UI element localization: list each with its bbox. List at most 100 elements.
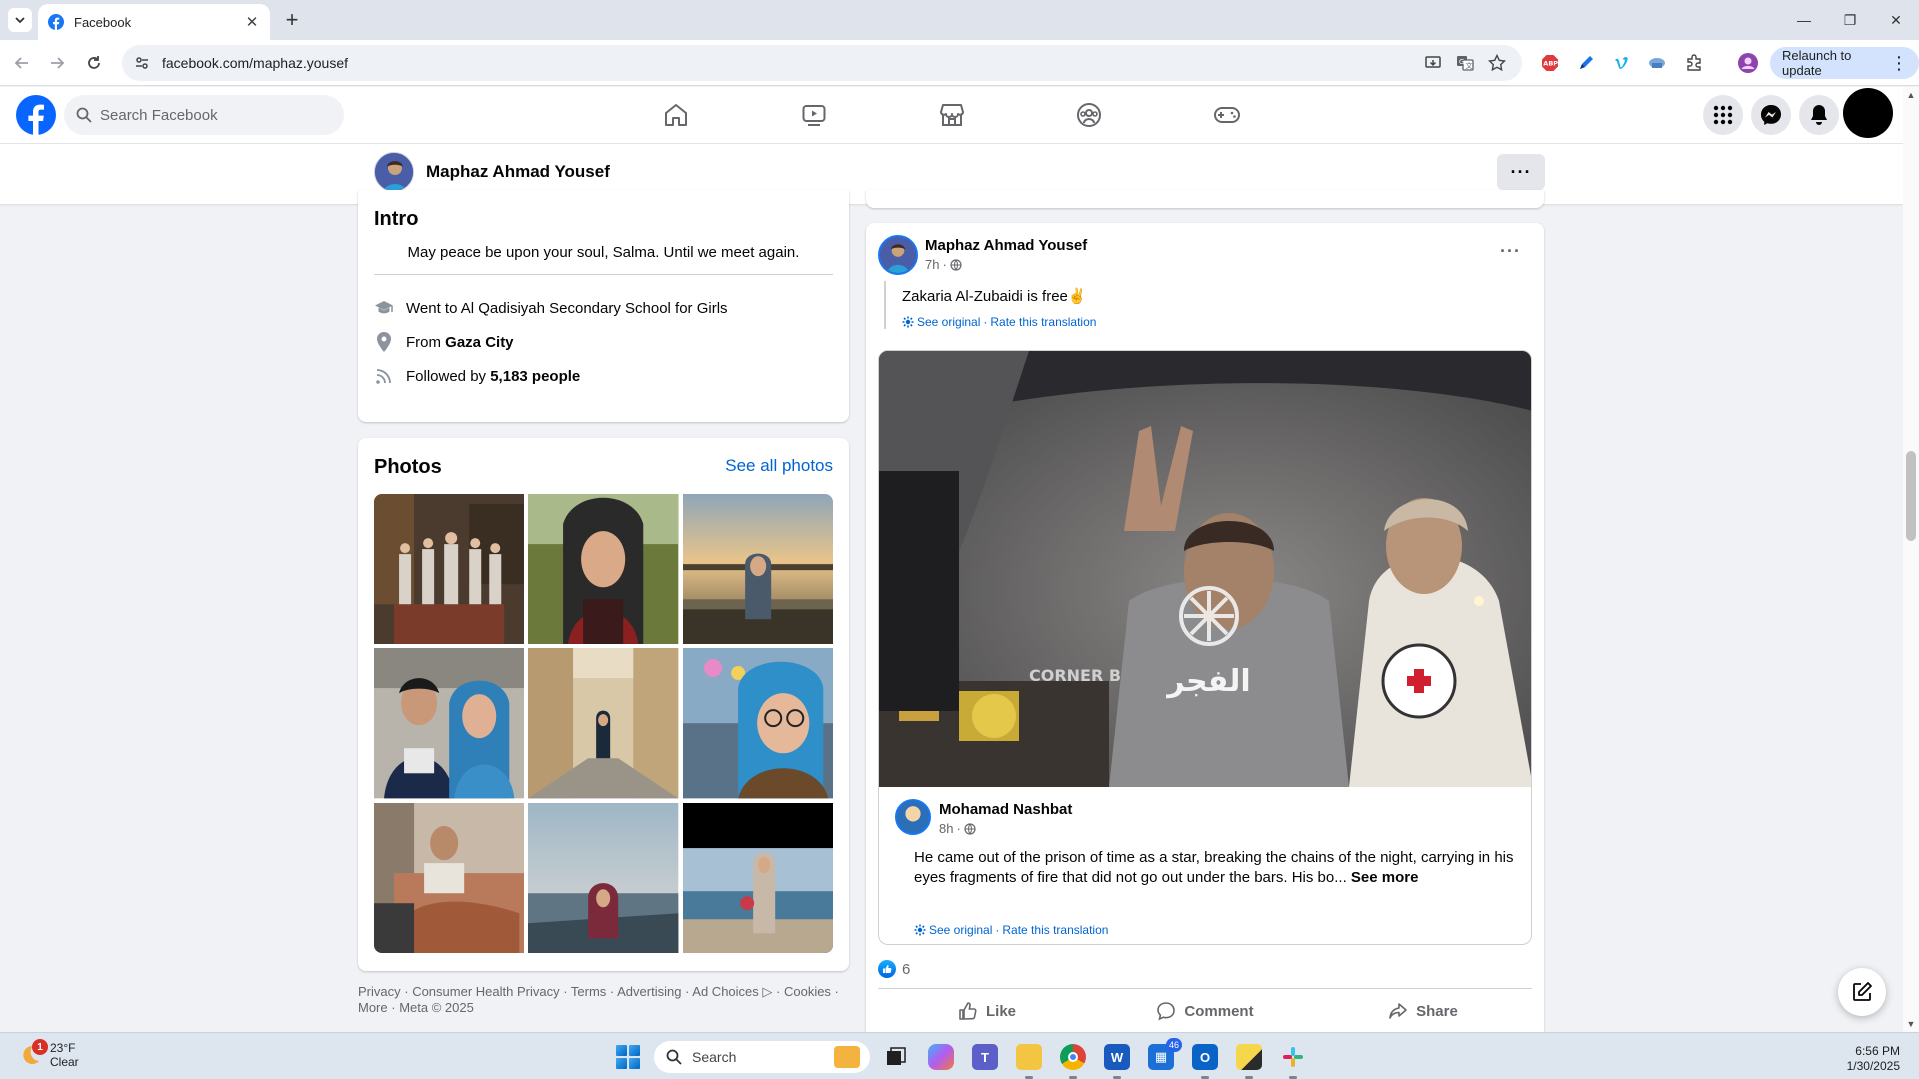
- footer-link-privacy[interactable]: Privacy: [358, 984, 401, 999]
- photo-thumbnail[interactable]: [528, 802, 679, 953]
- settings-gear-icon: [914, 924, 926, 936]
- footer-link-more[interactable]: More: [358, 1000, 388, 1015]
- photo-thumbnail[interactable]: [374, 494, 525, 645]
- see-all-photos-link[interactable]: See all photos: [725, 456, 833, 476]
- new-message-button[interactable]: [1838, 968, 1886, 1016]
- menu-grid-button[interactable]: [1703, 95, 1743, 135]
- taskbar-app-outlook[interactable]: O: [1188, 1040, 1222, 1079]
- nav-video-tab[interactable]: [758, 87, 870, 143]
- footer-link-ad-choices[interactable]: Ad Choices ▷: [692, 984, 772, 999]
- globe-icon[interactable]: [950, 258, 962, 271]
- nav-marketplace-tab[interactable]: [896, 87, 1008, 143]
- see-original-link[interactable]: See original: [917, 315, 980, 329]
- shared-post-image[interactable]: CORNER BR الفجر: [879, 351, 1532, 787]
- restore-icon[interactable]: ❐: [1827, 0, 1873, 40]
- browser-tab-facebook[interactable]: Facebook ✕: [38, 4, 270, 40]
- url-text[interactable]: facebook.com/maphaz.yousef: [162, 55, 1412, 71]
- taskbar-app-teams[interactable]: T: [968, 1040, 1002, 1074]
- tab-close-icon[interactable]: ✕: [244, 14, 260, 31]
- shared-post[interactable]: CORNER BR الفجر Mohamad Nashbat 8h · He …: [878, 350, 1532, 945]
- notifications-button[interactable]: [1799, 95, 1839, 135]
- nav-groups-tab[interactable]: [1033, 87, 1145, 143]
- minimize-icon[interactable]: —: [1781, 0, 1827, 40]
- taskbar-search-box[interactable]: Search: [654, 1041, 870, 1073]
- scrollbar-thumb[interactable]: [1906, 451, 1916, 541]
- footer-link-consumer-health[interactable]: Consumer Health Privacy: [412, 984, 559, 999]
- profile-more-options-button[interactable]: ···: [1497, 154, 1545, 190]
- shared-post-timestamp[interactable]: 8h: [939, 821, 953, 836]
- scroll-down-arrow-icon[interactable]: ▼: [1903, 1016, 1919, 1032]
- footer-link-cookies[interactable]: Cookies: [784, 984, 831, 999]
- reactions-summary[interactable]: 6: [878, 960, 910, 978]
- address-bar[interactable]: facebook.com/maphaz.yousef G文: [122, 45, 1522, 81]
- pen-extension-icon[interactable]: [1574, 51, 1598, 75]
- rate-translation-link[interactable]: Rate this translation: [990, 315, 1096, 329]
- intro-followers-link[interactable]: 5,183 people: [490, 368, 580, 385]
- cloud-extension-icon[interactable]: [1645, 51, 1669, 75]
- intro-location-link[interactable]: Gaza City: [445, 334, 513, 351]
- forward-button[interactable]: [43, 49, 71, 77]
- profile-avatar[interactable]: [374, 152, 414, 192]
- photo-thumbnail[interactable]: [682, 494, 833, 645]
- taskbar-app-file-explorer[interactable]: [1012, 1040, 1046, 1079]
- site-info-icon[interactable]: [134, 55, 150, 71]
- photos-title[interactable]: Photos: [374, 456, 442, 479]
- post-timestamp[interactable]: 7h: [925, 257, 939, 272]
- adblock-extension-icon[interactable]: ABP: [1538, 51, 1562, 75]
- extensions-puzzle-icon[interactable]: [1682, 51, 1706, 75]
- post-author-name[interactable]: Maphaz Ahmad Yousef: [925, 237, 1087, 254]
- scroll-up-arrow-icon[interactable]: ▲: [1903, 87, 1919, 103]
- profile-name[interactable]: Maphaz Ahmad Yousef: [426, 162, 610, 182]
- photo-thumbnail[interactable]: [682, 648, 833, 799]
- taskbar-app-chrome[interactable]: [1056, 1040, 1090, 1079]
- nav-home-tab[interactable]: [620, 87, 732, 143]
- photo-thumbnail[interactable]: [374, 648, 525, 799]
- facebook-search-box[interactable]: [64, 95, 344, 135]
- weather-widget[interactable]: 1 23°F Clear: [18, 1039, 79, 1069]
- install-app-icon[interactable]: [1424, 54, 1442, 72]
- page-scrollbar[interactable]: ▲ ▼: [1903, 87, 1919, 1032]
- messenger-button[interactable]: [1751, 95, 1791, 135]
- taskbar-app-word[interactable]: W: [1100, 1040, 1134, 1079]
- taskbar-app-task-view[interactable]: [880, 1040, 914, 1074]
- back-button[interactable]: [8, 49, 36, 77]
- taskbar-app-copilot[interactable]: [924, 1040, 958, 1074]
- post-more-options-button[interactable]: ···: [1500, 241, 1521, 262]
- bookmark-star-icon[interactable]: [1488, 54, 1506, 72]
- browser-menu-icon[interactable]: ⋮: [1890, 51, 1908, 75]
- account-avatar[interactable]: [1843, 88, 1893, 138]
- shared-author-name[interactable]: Mohamad Nashbat: [939, 801, 1072, 818]
- globe-icon[interactable]: [964, 822, 976, 835]
- windows-start-icon[interactable]: [614, 1043, 642, 1071]
- taskbar-app-teams-chat[interactable]: ▦ 46: [1144, 1038, 1182, 1074]
- taskbar-app-slack[interactable]: [1276, 1040, 1310, 1079]
- share-button[interactable]: Share: [1314, 989, 1532, 1033]
- translate-icon[interactable]: G文: [1456, 54, 1474, 72]
- nav-gaming-tab[interactable]: [1171, 87, 1283, 143]
- comment-button[interactable]: Comment: [1096, 989, 1314, 1033]
- facebook-search-input[interactable]: [100, 106, 310, 124]
- new-tab-button[interactable]: +: [280, 7, 304, 32]
- profile-avatar-icon[interactable]: [1736, 51, 1760, 75]
- close-window-icon[interactable]: ✕: [1873, 0, 1919, 40]
- post-author-avatar[interactable]: [878, 235, 918, 275]
- like-button[interactable]: Like: [878, 989, 1096, 1033]
- vimeo-extension-icon[interactable]: [1610, 51, 1634, 75]
- footer-link-terms[interactable]: Terms: [571, 984, 606, 999]
- photo-thumbnail[interactable]: [528, 648, 679, 799]
- photo-thumbnail[interactable]: [374, 802, 525, 953]
- see-original-link[interactable]: See original: [929, 923, 992, 937]
- tab-search-button[interactable]: [8, 8, 32, 32]
- facebook-logo-icon[interactable]: [16, 95, 56, 135]
- shared-author-avatar[interactable]: [895, 799, 931, 835]
- taskbar-app-sticky-notes[interactable]: [1232, 1040, 1266, 1079]
- reaction-count[interactable]: 6: [902, 961, 910, 978]
- reload-button[interactable]: [80, 49, 108, 77]
- taskbar-clock[interactable]: 6:56 PM 1/30/2025: [1820, 1044, 1900, 1074]
- intro-education-text[interactable]: Went to Al Qadisiyah Secondary School fo…: [406, 300, 728, 317]
- photo-thumbnail[interactable]: [682, 802, 833, 953]
- see-more-link[interactable]: See more: [1351, 869, 1419, 886]
- footer-link-advertising[interactable]: Advertising: [617, 984, 681, 999]
- rate-translation-link[interactable]: Rate this translation: [1002, 923, 1108, 937]
- photo-thumbnail[interactable]: [528, 494, 679, 645]
